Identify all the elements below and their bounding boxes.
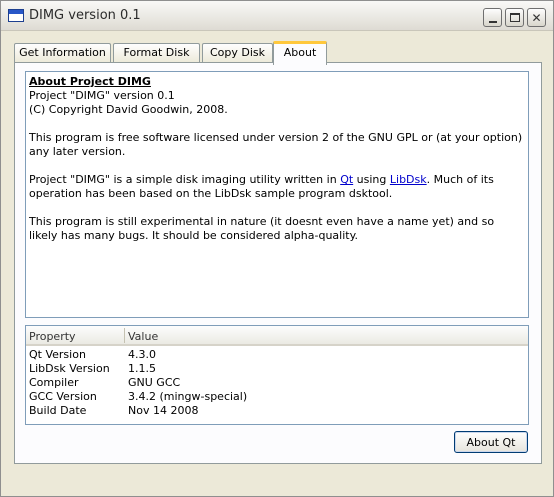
property-cell: Build Date [29,404,87,417]
about-qt-button[interactable]: About Qt [454,431,528,453]
value-cell: 3.4.2 (mingw-special) [128,390,248,403]
copyright-line: (C) Copyright David Goodwin, 2008. [29,103,228,116]
column-divider[interactable] [124,328,125,343]
libdsk-link[interactable]: LibDsk [390,173,427,186]
version-line: Project "DIMG" version 0.1 [29,89,175,102]
description-prefix: Project "DIMG" is a simple disk imaging … [29,173,341,186]
maximize-icon [509,13,520,22]
description-mid: using [353,173,390,186]
title-bar[interactable]: DIMG version 0.1 ✕ [1,1,553,31]
table-row[interactable]: Compiler GNU GCC [26,376,528,390]
window-app-icon [8,9,24,22]
value-cell: Nov 14 2008 [128,404,199,417]
tab-copy-disk[interactable]: Copy Disk [202,43,273,63]
description-text: Project "DIMG" is a simple disk imaging … [29,173,525,201]
property-cell: LibDsk Version [29,362,110,375]
maximize-button[interactable] [505,8,524,27]
properties-table[interactable]: Property Value Qt Version 4.3.0 LibDsk V… [25,325,529,425]
tab-get-information[interactable]: Get Information [14,43,111,63]
close-button[interactable]: ✕ [527,8,546,27]
column-header-property[interactable]: Property [29,330,76,343]
property-cell: Qt Version [29,348,86,361]
license-text: This program is free software licensed u… [29,131,523,158]
value-cell: 1.1.5 [128,362,156,375]
table-row[interactable]: Build Date Nov 14 2008 [26,404,528,418]
table-row[interactable]: Qt Version 4.3.0 [26,348,528,362]
table-header: Property Value [26,326,528,346]
close-icon: ✕ [531,10,542,25]
app-window: DIMG version 0.1 ✕ Get Information Forma… [0,0,554,497]
qt-link[interactable]: Qt [340,173,353,186]
value-cell: 4.3.0 [128,348,156,361]
table-row[interactable]: LibDsk Version 1.1.5 [26,362,528,376]
about-heading: About Project DIMG [29,75,151,88]
window-title: DIMG version 0.1 [29,8,141,23]
tab-format-disk[interactable]: Format Disk [113,43,200,63]
about-text-box[interactable]: About Project DIMG Project "DIMG" versio… [25,71,529,318]
column-header-value[interactable]: Value [128,330,158,343]
property-cell: GCC Version [29,390,97,403]
table-row[interactable]: GCC Version 3.4.2 (mingw-special) [26,390,528,404]
tab-about[interactable]: About [273,41,327,65]
minimize-icon [488,20,497,23]
minimize-button[interactable] [483,8,502,27]
value-cell: GNU GCC [128,376,181,389]
property-cell: Compiler [29,376,79,389]
experimental-text: This program is still experimental in na… [29,215,495,242]
